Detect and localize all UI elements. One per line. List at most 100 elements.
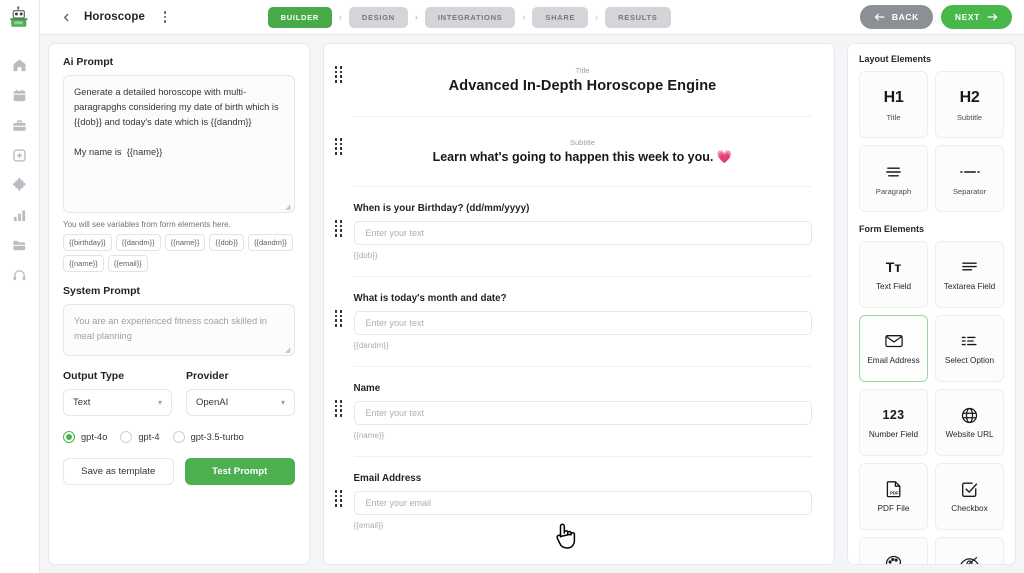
name-field-label: Name <box>353 383 381 394</box>
layout-elements-grid: H1 Title H2 Subtitle Paragraph Separator <box>859 71 1004 212</box>
variable-chip[interactable]: {{dandm}} <box>247 234 293 251</box>
variable-chip[interactable]: {{dob}} <box>209 234 244 251</box>
subtitle-block-body: Subtitle Learn what's going to happen th… <box>354 138 834 165</box>
page-menu-button[interactable] <box>157 9 173 25</box>
element-tile-label: Email Address <box>867 356 920 366</box>
test-prompt-button[interactable]: Test Prompt <box>184 458 295 485</box>
sidebar-item-integrations[interactable] <box>7 177 33 194</box>
name-input[interactable]: Enter your text <box>353 401 812 425</box>
element-tile-label: Subtitle <box>956 112 983 122</box>
ai-prompt-wrapper: Generate a detailed horoscope with multi… <box>63 75 295 213</box>
element-tile-hidden-field[interactable]: Hidden Field <box>935 537 1004 564</box>
model-radio-gpt-4[interactable]: gpt-4 <box>120 431 160 443</box>
today-date-field-body: What is today's month and date? Enter yo… <box>353 293 834 350</box>
step-separator: › <box>595 12 599 22</box>
output-type-select[interactable]: Text ▾ <box>63 389 172 416</box>
tab-results[interactable]: RESULTS <box>605 6 671 28</box>
variable-chip[interactable]: {{email}} <box>107 255 148 272</box>
birthday-variable-tag: {{dob}} <box>353 251 378 260</box>
canvas-block-title[interactable]: Title Advanced In-Depth Horoscope Engine <box>324 44 834 94</box>
today-date-input[interactable]: Enter your text <box>353 311 812 335</box>
elements-panel: Layout Elements H1 Title H2 Subtitle Par… <box>847 43 1016 565</box>
sidebar-item-analytics[interactable] <box>7 207 33 224</box>
sidebar-item-home[interactable] <box>7 57 33 74</box>
system-prompt-textarea[interactable]: You are an experienced fitness coach ski… <box>63 304 295 356</box>
birthday-field-body: When is your Birthday? (dd/mm/yyyy) Ente… <box>353 203 834 260</box>
select-list-icon <box>961 330 979 352</box>
more-vertical-icon <box>163 11 167 14</box>
robot-logo-icon <box>9 5 27 27</box>
canvas-block-birthday[interactable]: When is your Birthday? (dd/mm/yyyy) Ente… <box>324 187 834 260</box>
element-tile-pdf-file[interactable]: PDF PDF File <box>859 463 928 530</box>
element-tile-email-address[interactable]: Email Address <box>859 315 928 382</box>
drag-handle-icon[interactable] <box>324 293 354 327</box>
element-tile-checkbox[interactable]: Checkbox <box>935 463 1004 530</box>
resize-grip-icon[interactable]: ◢ <box>285 204 292 211</box>
tab-design[interactable]: DESIGN <box>348 6 408 28</box>
step-separator: › <box>338 12 342 22</box>
drag-handle-icon[interactable] <box>324 66 354 83</box>
element-tile-textarea-field[interactable]: Textarea Field <box>935 241 1004 308</box>
drag-handle-icon[interactable] <box>324 203 354 237</box>
email-field-label: Email Address <box>353 473 422 484</box>
element-tile-subtitle[interactable]: H2 Subtitle <box>935 71 1004 138</box>
element-tile-title[interactable]: H1 Title <box>859 71 928 138</box>
step-separator: › <box>522 12 526 22</box>
sidebar-item-briefcase[interactable] <box>7 117 33 134</box>
output-type-value: Text <box>73 397 91 408</box>
next-button[interactable]: NEXT <box>940 5 1012 29</box>
variable-chip[interactable]: {{name}} <box>63 255 104 272</box>
element-tile-website-url[interactable]: Website URL <box>935 389 1004 456</box>
name-field-body: Name Enter your text {{name}} <box>353 383 834 440</box>
canvas-block-subtitle[interactable]: Subtitle Learn what's going to happen th… <box>324 117 834 165</box>
variable-chip[interactable]: {{birthday}} <box>63 234 112 251</box>
drag-handle-icon[interactable] <box>324 473 354 507</box>
sidebar-item-calendar[interactable] <box>7 87 33 104</box>
element-tile-number-field[interactable]: 123 Number Field <box>859 389 928 456</box>
app-logo[interactable] <box>0 0 40 35</box>
model-radio-group: gpt-4o gpt-4 gpt-3.5-turbo <box>63 431 295 443</box>
variable-chip-list: {{birthday}} {{dandm}} {{name}} {{dob}} … <box>63 234 295 272</box>
globe-icon <box>961 404 978 426</box>
model-radio-gpt-35-turbo[interactable]: gpt-3.5-turbo <box>172 431 244 443</box>
title-block-type-label: Title <box>575 66 590 75</box>
canvas-block-email[interactable]: Email Address Enter your email {{email}} <box>324 457 834 530</box>
model-radio-gpt-4o[interactable]: gpt-4o <box>63 431 107 443</box>
ai-prompt-textarea[interactable]: Generate a detailed horoscope with multi… <box>63 75 295 213</box>
textarea-icon <box>961 256 978 278</box>
element-tile-text-field[interactable]: Tᴛ Text Field <box>859 241 928 308</box>
variable-chip[interactable]: {{dandm}} <box>115 234 161 251</box>
save-as-template-button[interactable]: Save as template <box>63 458 174 485</box>
birthday-input[interactable]: Enter your text <box>353 221 812 245</box>
provider-group: Provider OpenAI ▾ <box>186 370 295 416</box>
pdf-file-icon: PDF <box>886 478 902 500</box>
provider-select[interactable]: OpenAI ▾ <box>186 389 295 416</box>
email-input[interactable]: Enter your email <box>353 491 812 515</box>
drag-handle-icon[interactable] <box>324 138 354 155</box>
arrow-right-icon <box>987 13 998 21</box>
system-prompt-block: System Prompt You are an experienced fit… <box>63 285 295 356</box>
sidebar-item-folder[interactable] <box>7 237 33 254</box>
tab-share[interactable]: SHARE <box>532 6 589 28</box>
model-radio-label: gpt-4o <box>81 432 108 442</box>
drag-handle-icon[interactable] <box>324 383 354 417</box>
variable-chip[interactable]: {{name}} <box>164 234 206 251</box>
next-button-label: NEXT <box>954 12 980 22</box>
eye-off-icon <box>960 552 979 564</box>
ai-prompt-label: Ai Prompt <box>63 56 114 68</box>
back-button[interactable]: BACK <box>859 5 933 29</box>
tab-integrations[interactable]: INTEGRATIONS <box>424 6 516 28</box>
canvas-block-today-date[interactable]: What is today's month and date? Enter yo… <box>324 277 834 350</box>
tab-builder[interactable]: BUILDER <box>267 6 332 28</box>
sidebar-item-support[interactable] <box>7 267 33 284</box>
element-tile-paragraph[interactable]: Paragraph <box>859 145 928 212</box>
element-tile-color-picker[interactable]: Color picker <box>859 537 928 564</box>
resize-grip-icon[interactable]: ◢ <box>285 347 292 354</box>
sidebar-item-duplicate[interactable] <box>7 147 33 164</box>
element-tile-separator[interactable]: Separator <box>935 145 1004 212</box>
svg-text:PDF: PDF <box>890 491 899 496</box>
canvas-block-name[interactable]: Name Enter your text {{name}} <box>324 367 834 440</box>
element-tile-select-option[interactable]: Select Option <box>935 315 1004 382</box>
breadcrumb-back-button[interactable] <box>58 9 74 25</box>
element-tile-label: Textarea Field <box>943 282 996 292</box>
